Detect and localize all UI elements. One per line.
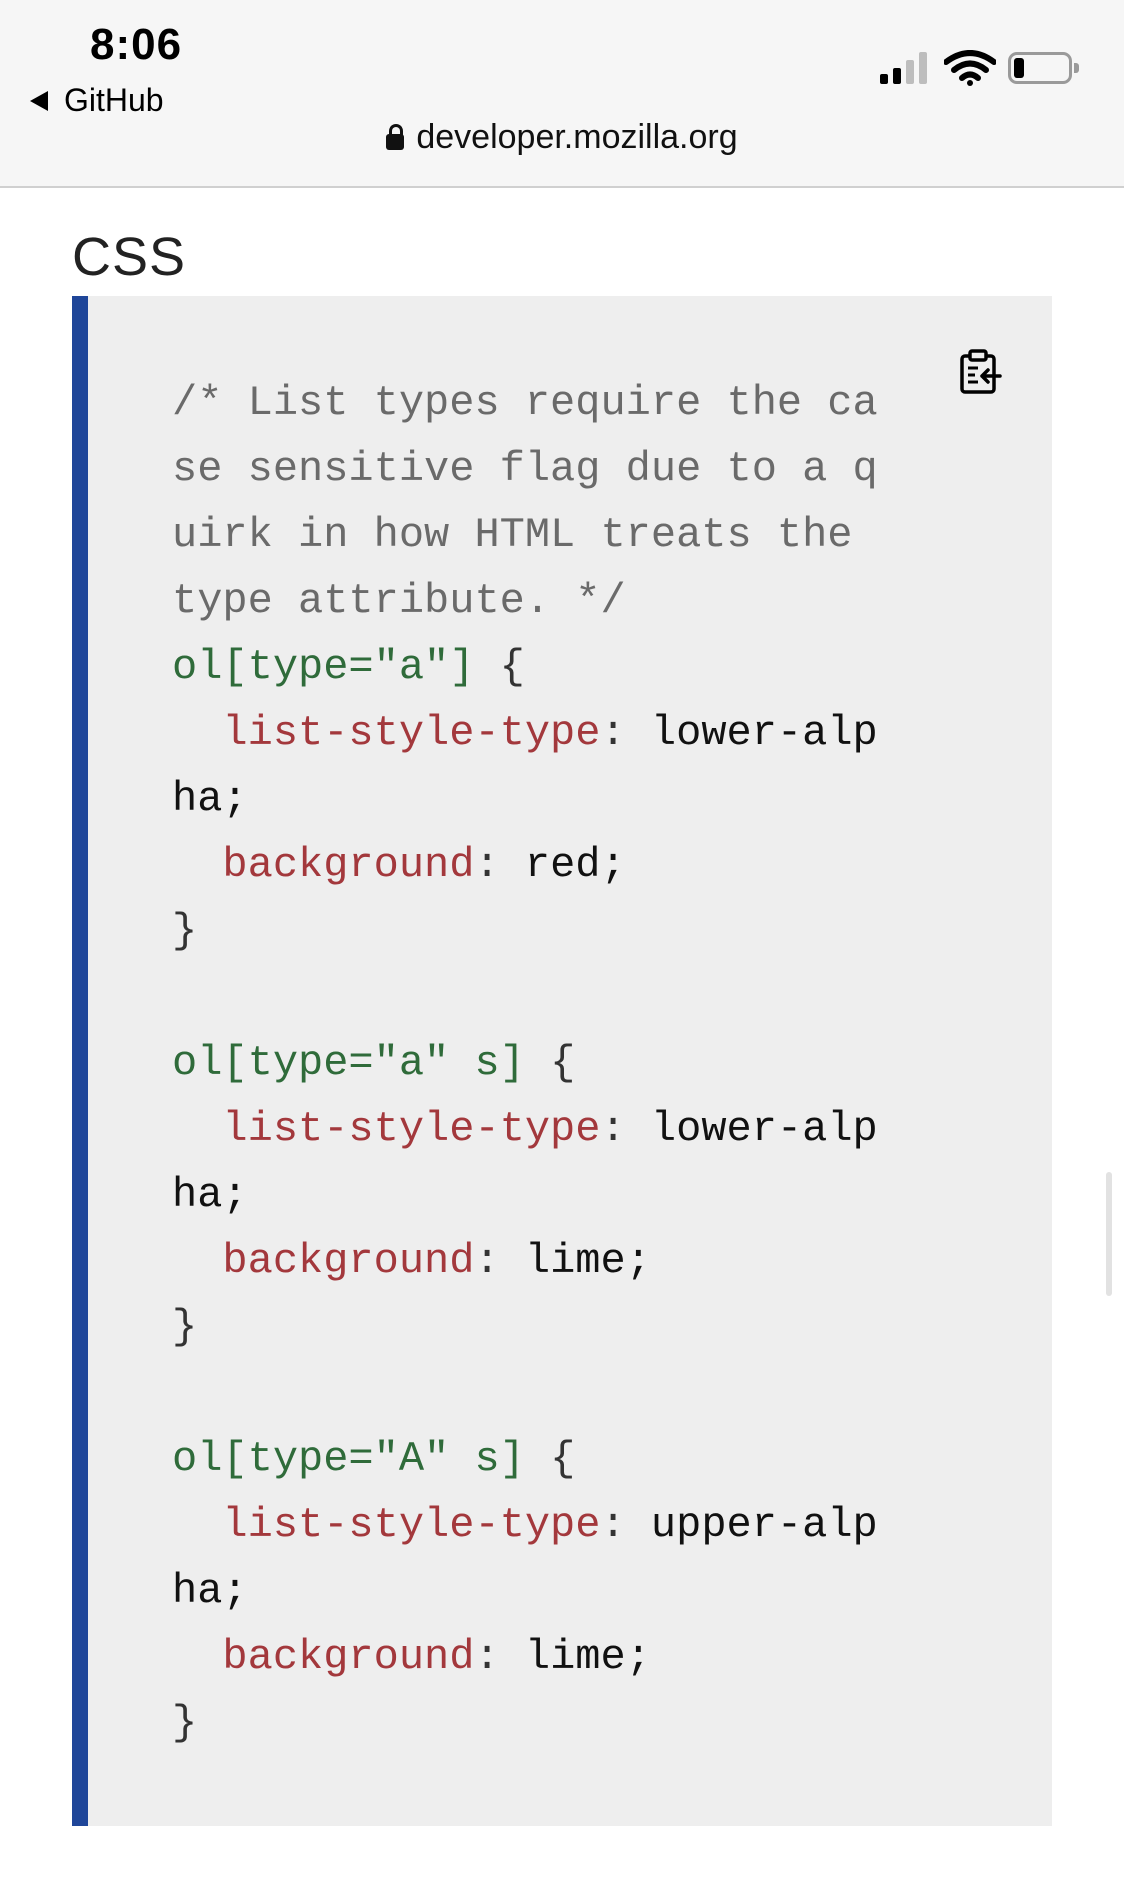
lock-icon xyxy=(386,124,405,150)
wifi-icon xyxy=(944,50,996,86)
battery-icon xyxy=(1008,52,1079,84)
code-token: background xyxy=(172,1633,475,1681)
code-line: ha; xyxy=(172,1558,972,1624)
code-line: uirk in how HTML treats the xyxy=(172,502,972,568)
code-token: } xyxy=(172,1303,198,1351)
code-token: : xyxy=(600,709,651,757)
code-line: background: lime; xyxy=(172,1228,972,1294)
code-line: background: red; xyxy=(172,832,972,898)
code-token: background xyxy=(172,1237,475,1285)
code-token: lime; xyxy=(524,1237,651,1285)
code-token: { xyxy=(524,1435,576,1483)
code-line: } xyxy=(172,898,972,964)
code-line: list-style-type: lower-alp xyxy=(172,1096,972,1162)
code-line: list-style-type: upper-alp xyxy=(172,1492,972,1558)
code-token: : xyxy=(474,1633,525,1681)
code-token: list-style-type xyxy=(172,1105,601,1153)
code-line: type attribute. */ xyxy=(172,568,972,634)
url-bar[interactable]: developer.mozilla.org xyxy=(0,118,1124,157)
code-token: : xyxy=(600,1501,651,1549)
code-line: ol[type="A" s] { xyxy=(172,1426,972,1492)
code-token: : xyxy=(474,841,525,889)
battery-nub xyxy=(1074,63,1079,73)
code-line: ha; xyxy=(172,1162,972,1228)
signal-bar xyxy=(893,68,901,84)
signal-bar xyxy=(906,60,914,84)
code-line: se sensitive flag due to a q xyxy=(172,436,972,502)
url-domain: developer.mozilla.org xyxy=(416,118,738,156)
code-token: se sensitive flag due to a q xyxy=(172,445,878,493)
back-to-app-button[interactable]: GitHub xyxy=(30,82,164,119)
code-token: red; xyxy=(524,841,626,889)
code-token: list-style-type xyxy=(172,1501,601,1549)
code-token: { xyxy=(524,1039,576,1087)
signal-icon xyxy=(880,52,932,84)
signal-bar xyxy=(919,52,927,84)
code-line: ol[type="a"] { xyxy=(172,634,972,700)
code-token: uirk in how HTML treats the xyxy=(172,511,878,559)
code-token: ol[type="A" s] xyxy=(172,1435,525,1483)
signal-bar xyxy=(880,74,888,84)
code-line: list-style-type: lower-alp xyxy=(172,700,972,766)
code-token: lower-alp xyxy=(650,1105,878,1153)
code-line: } xyxy=(172,1294,972,1360)
code-token: upper-alp xyxy=(650,1501,878,1549)
code-token: ha; xyxy=(172,1171,248,1219)
scroll-indicator[interactable] xyxy=(1106,1172,1112,1296)
browser-chrome: 8:06 GitHub developer.mozilla.org xyxy=(0,0,1124,188)
code-token: ol[type="a" s] xyxy=(172,1039,525,1087)
code-token: { xyxy=(474,643,525,691)
code-token: : xyxy=(600,1105,651,1153)
battery-level xyxy=(1014,58,1024,78)
code-line: /* List types require the ca xyxy=(172,370,972,436)
section-heading: CSS xyxy=(72,227,187,287)
code-listing[interactable]: /* List types require the ca se sensitive… xyxy=(172,370,972,1756)
code-token: ha; xyxy=(172,1567,248,1615)
code-line: background: lime; xyxy=(172,1624,972,1690)
code-token: /* List types require the ca xyxy=(172,379,878,427)
code-line: } xyxy=(172,1690,972,1756)
code-token: ha; xyxy=(172,775,248,823)
code-token: background xyxy=(172,841,475,889)
code-token: type attribute. */ xyxy=(172,577,626,625)
code-token: } xyxy=(172,1699,198,1747)
code-token: } xyxy=(172,907,198,955)
code-token: lime; xyxy=(524,1633,651,1681)
code-line: ha; xyxy=(172,766,972,832)
back-triangle-icon xyxy=(30,90,48,111)
status-time: 8:06 xyxy=(90,20,183,69)
code-line: ol[type="a" s] { xyxy=(172,1030,972,1096)
code-token: list-style-type xyxy=(172,709,601,757)
code-token: lower-alp xyxy=(650,709,878,757)
code-token: : xyxy=(474,1237,525,1285)
code-token: ol[type="a"] xyxy=(172,643,475,691)
back-app-label: GitHub xyxy=(64,82,164,118)
